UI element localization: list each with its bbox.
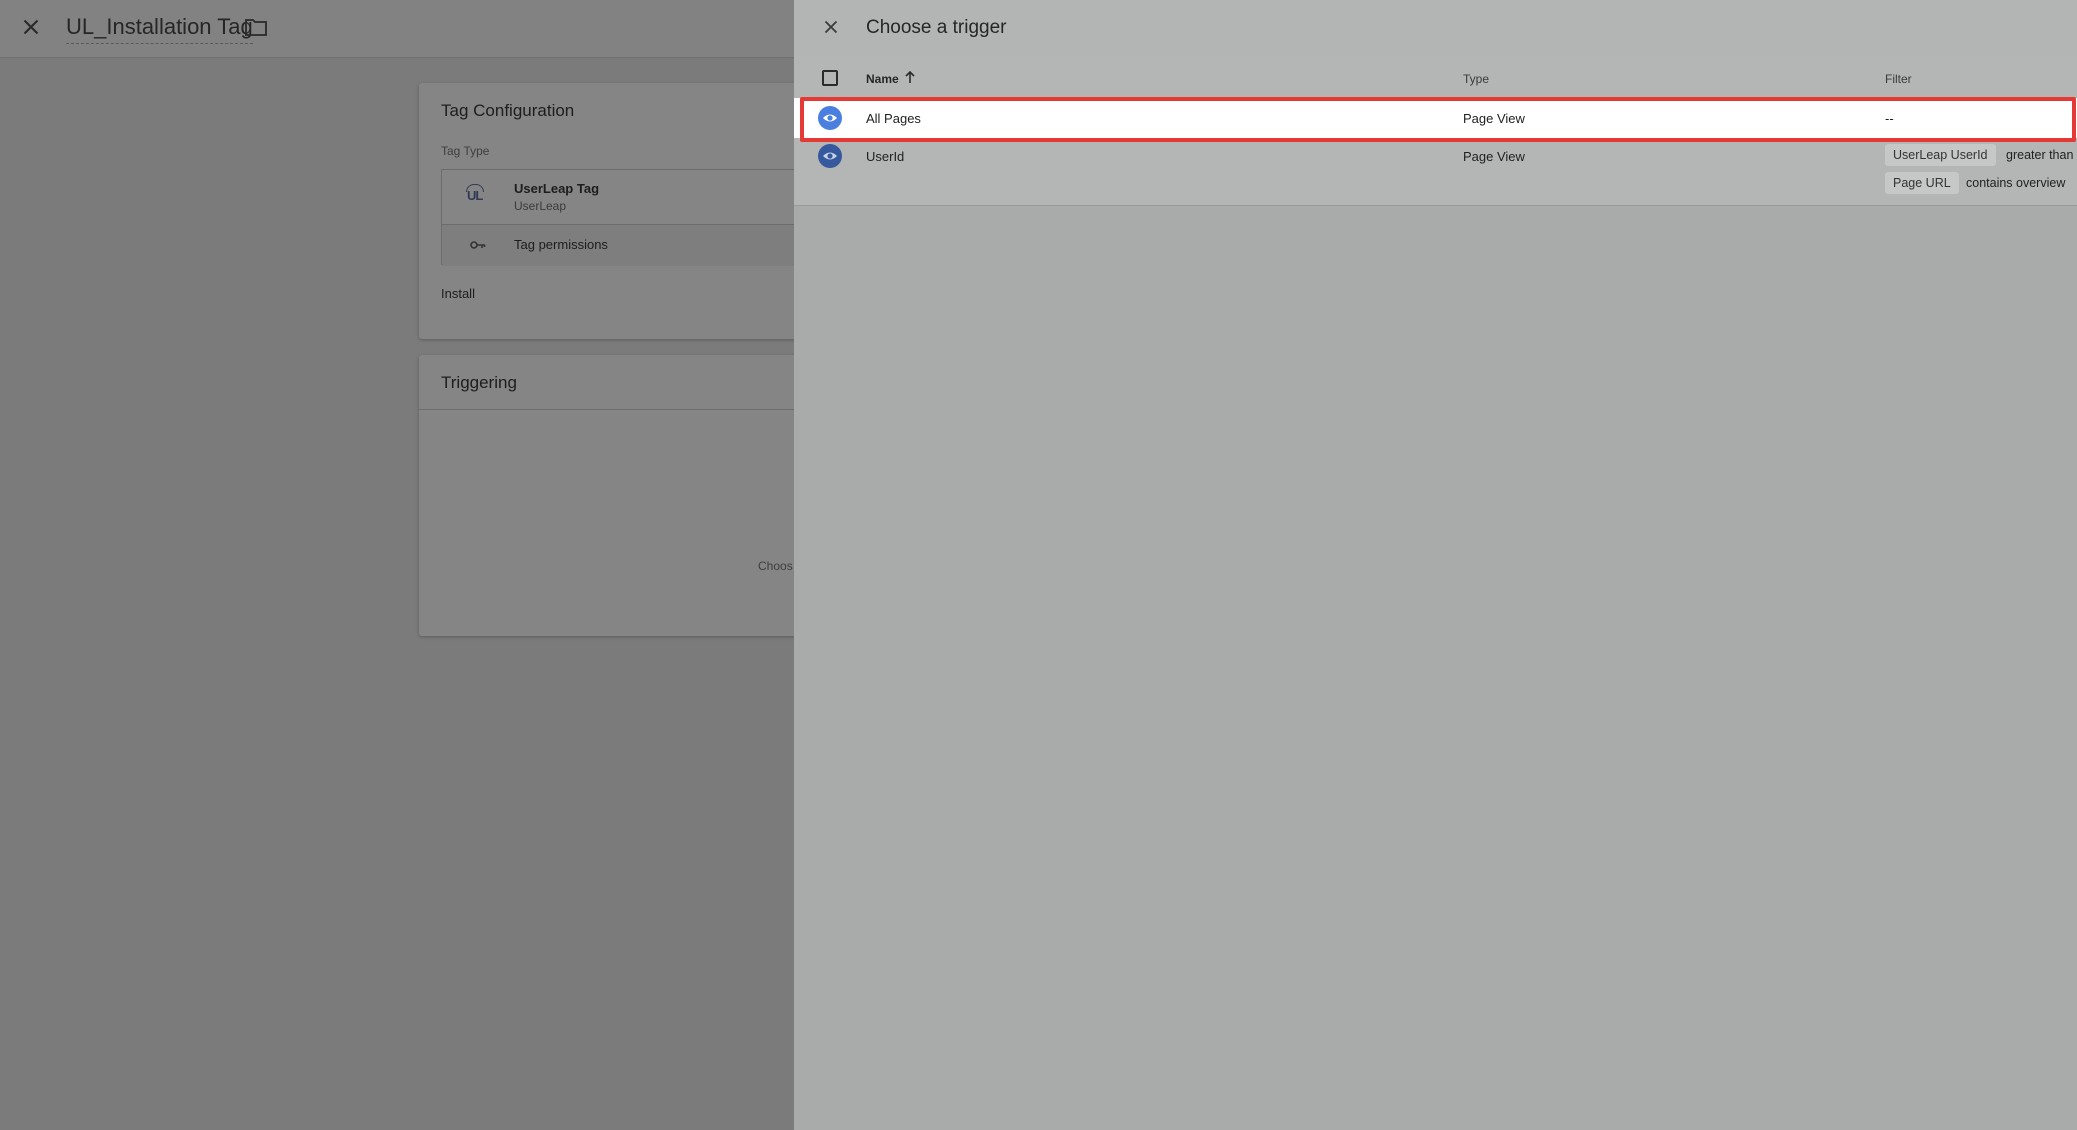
filter-variable-chip: UserLeap UserId <box>1885 144 1996 166</box>
tag-type-vendor: UserLeap <box>514 199 567 213</box>
trigger-name[interactable]: All Pages <box>866 111 921 126</box>
trigger-type: Page View <box>1463 111 1525 126</box>
tag-type-label: Tag Type <box>441 144 490 158</box>
userleap-logo: UL <box>467 188 483 203</box>
triggering-divider <box>419 409 799 410</box>
eye-icon <box>818 106 842 130</box>
close-icon[interactable] <box>18 14 44 40</box>
tag-name-title[interactable]: UL_Installation Tag <box>66 14 253 44</box>
trigger-row-userid[interactable]: UserId Page View UserLeap UserId greater… <box>794 138 2077 204</box>
select-all-checkbox[interactable] <box>822 70 838 86</box>
tag-permissions-label: Tag permissions <box>514 237 608 252</box>
trigger-row-all-pages[interactable]: All Pages Page View -- <box>794 98 2077 138</box>
column-header-name[interactable]: Name <box>866 72 899 86</box>
tag-configuration-card[interactable]: Tag Configuration Tag Type UL UserLeap T… <box>419 83 801 339</box>
choose-trigger-panel: Choose a trigger Name Type Filter All Pa… <box>794 0 2077 1130</box>
column-header-type[interactable]: Type <box>1463 72 1489 86</box>
close-icon[interactable] <box>820 16 842 38</box>
trigger-name[interactable]: UserId <box>866 149 904 164</box>
choose-trigger-hint[interactable]: Choos <box>758 559 793 573</box>
tag-type-row[interactable]: UL UserLeap Tag UserLeap <box>442 170 800 225</box>
filter-condition: greater than <box>2006 148 2074 162</box>
trigger-filter: -- <box>1885 111 1894 126</box>
eye-icon <box>818 144 842 168</box>
triggering-card[interactable]: Triggering Choos <box>419 355 799 636</box>
tag-type-name: UserLeap Tag <box>514 181 600 196</box>
sort-arrow-up-icon[interactable] <box>904 70 916 84</box>
trigger-table: Name Type Filter All Pages Page View -- <box>794 56 2077 206</box>
choose-trigger-header: Choose a trigger <box>794 0 2077 56</box>
folder-icon[interactable] <box>244 16 268 38</box>
tag-configuration-title: Tag Configuration <box>441 101 575 120</box>
tag-permissions-row[interactable]: Tag permissions <box>442 225 800 266</box>
trigger-type: Page View <box>1463 149 1525 164</box>
filter-variable-chip: Page URL <box>1885 172 1959 194</box>
tag-editor-header: UL_Installation Tag <box>0 0 794 58</box>
triggering-title: Triggering <box>441 373 517 392</box>
panel-title: Choose a trigger <box>866 17 1007 38</box>
install-label: Install <box>441 286 475 301</box>
key-icon <box>470 241 486 249</box>
column-header-filter[interactable]: Filter <box>1885 72 1912 86</box>
filter-condition: contains overview <box>1966 176 2066 190</box>
tag-type-box[interactable]: UL UserLeap Tag UserLeap Tag permissions <box>441 169 801 266</box>
